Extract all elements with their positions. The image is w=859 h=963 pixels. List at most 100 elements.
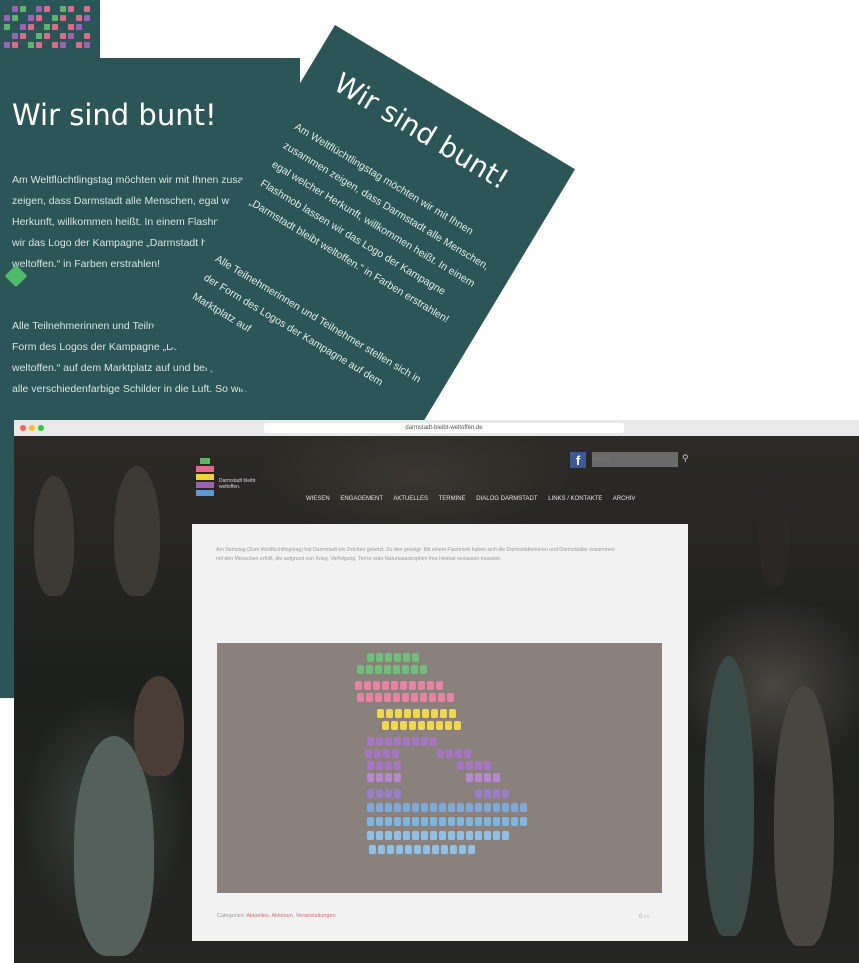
flashmob-person bbox=[468, 845, 475, 854]
pixel-mark bbox=[76, 24, 82, 30]
pixel-mark bbox=[20, 24, 26, 30]
flashmob-person bbox=[378, 845, 385, 854]
flashmob-person bbox=[385, 653, 392, 662]
flashmob-person bbox=[367, 761, 374, 770]
nav-item-engagement[interactable]: ENGAGEMENT bbox=[340, 496, 383, 502]
flashmob-person bbox=[394, 653, 401, 662]
search-icon[interactable]: ⚲ bbox=[682, 453, 689, 464]
flashmob-person bbox=[369, 845, 376, 854]
flashmob-person bbox=[400, 721, 407, 730]
pixel-mark bbox=[68, 24, 74, 30]
flashmob-person bbox=[520, 817, 527, 826]
flashmob-person bbox=[394, 789, 401, 798]
flashmob-person bbox=[484, 789, 491, 798]
flashmob-person bbox=[403, 653, 410, 662]
flashmob-person bbox=[376, 653, 383, 662]
flashmob-person bbox=[364, 681, 371, 690]
flashmob-person bbox=[391, 721, 398, 730]
flashmob-person bbox=[403, 831, 410, 840]
flashmob-person bbox=[376, 831, 383, 840]
flashmob-person bbox=[403, 817, 410, 826]
nav-item-archiv[interactable]: ARCHIV bbox=[613, 496, 636, 502]
flashmob-person bbox=[422, 709, 429, 718]
flashmob-person bbox=[502, 789, 509, 798]
nav-item-links-kontakte[interactable]: LINKS / KONTAKTE bbox=[548, 496, 602, 502]
flashmob-person bbox=[376, 803, 383, 812]
flashmob-person bbox=[421, 831, 428, 840]
flashmob-person bbox=[493, 831, 500, 840]
flashmob-person bbox=[367, 653, 374, 662]
flashmob-person bbox=[457, 831, 464, 840]
pixel-mark bbox=[52, 42, 58, 48]
flashmob-person bbox=[430, 817, 437, 826]
nav-item-wiesen[interactable]: WIESEN bbox=[306, 496, 330, 502]
pixel-mark bbox=[76, 15, 82, 21]
flashmob-person bbox=[436, 721, 443, 730]
flashmob-person bbox=[445, 721, 452, 730]
pixel-mark bbox=[28, 42, 34, 48]
nav-item-termine[interactable]: TERMINE bbox=[439, 496, 466, 502]
flashmob-person bbox=[421, 817, 428, 826]
flashmob-person bbox=[475, 773, 482, 782]
flashmob-person bbox=[413, 709, 420, 718]
comment-count[interactable]: 0 ▭ bbox=[639, 913, 650, 920]
pixel-mark bbox=[12, 6, 18, 12]
close-window-icon[interactable] bbox=[20, 425, 26, 431]
pixel-mark bbox=[84, 33, 90, 39]
minimize-window-icon[interactable] bbox=[29, 425, 35, 431]
flashmob-person bbox=[502, 817, 509, 826]
address-bar[interactable]: darmstadt-bleibt-weltoffen.de bbox=[264, 423, 624, 433]
flashmob-person bbox=[430, 803, 437, 812]
pixel-mark bbox=[52, 15, 58, 21]
pixel-mark bbox=[36, 15, 42, 21]
pixel-mark bbox=[60, 6, 66, 12]
flashmob-person bbox=[423, 845, 430, 854]
flashmob-person bbox=[457, 803, 464, 812]
flashmob-person bbox=[436, 681, 443, 690]
search-input[interactable] bbox=[592, 452, 678, 467]
flashmob-person bbox=[357, 665, 364, 674]
flashmob-person bbox=[392, 749, 399, 758]
flashmob-person bbox=[357, 693, 364, 702]
facebook-icon[interactable]: f bbox=[570, 452, 586, 468]
flashmob-person bbox=[457, 761, 464, 770]
flashmob-person bbox=[409, 721, 416, 730]
flashmob-person bbox=[394, 803, 401, 812]
nav-item-dialog-darmstadt[interactable]: DIALOG DARMSTADT bbox=[476, 496, 537, 502]
flashmob-person bbox=[376, 789, 383, 798]
flashmob-person bbox=[450, 845, 457, 854]
comment-count-value: 0 bbox=[639, 914, 643, 920]
pixel-mark bbox=[20, 6, 26, 12]
category-links[interactable]: Aktuelles, Aktionen, Veranstaltungen bbox=[246, 913, 335, 919]
pixel-mark bbox=[12, 42, 18, 48]
flashmob-person bbox=[412, 737, 419, 746]
flashmob-person bbox=[366, 693, 373, 702]
flashmob-person bbox=[455, 749, 462, 758]
pixel-mark bbox=[84, 6, 90, 12]
flashmob-person bbox=[385, 773, 392, 782]
flashmob-person bbox=[393, 665, 400, 674]
flashmob-person bbox=[412, 653, 419, 662]
nav-item-aktuelles[interactable]: AKTUELLES bbox=[393, 496, 428, 502]
flashmob-person bbox=[448, 803, 455, 812]
main-nav: WIESEN ENGAGEMENT AKTUELLES TERMINE DIAL… bbox=[306, 496, 644, 502]
pixel-mark bbox=[20, 33, 26, 39]
flashmob-person bbox=[502, 803, 509, 812]
flashmob-person bbox=[373, 681, 380, 690]
flashmob-person bbox=[484, 817, 491, 826]
flashmob-person bbox=[438, 693, 445, 702]
flashmob-person bbox=[377, 709, 384, 718]
pixel-mark bbox=[60, 42, 66, 48]
site-logo[interactable] bbox=[196, 458, 214, 502]
browser-toolbar: darmstadt-bleibt-weltoffen.de bbox=[14, 420, 859, 437]
flashmob-person bbox=[395, 709, 402, 718]
pixel-mark bbox=[52, 24, 58, 30]
flashmob-person bbox=[449, 709, 456, 718]
flashmob-person bbox=[376, 737, 383, 746]
maximize-window-icon[interactable] bbox=[38, 425, 44, 431]
flashmob-person bbox=[430, 737, 437, 746]
site-logo-text: Darmstadt bleibt weltoffen. bbox=[219, 478, 256, 490]
flashmob-person bbox=[393, 693, 400, 702]
flashmob-person bbox=[391, 681, 398, 690]
flashmob-person bbox=[484, 761, 491, 770]
